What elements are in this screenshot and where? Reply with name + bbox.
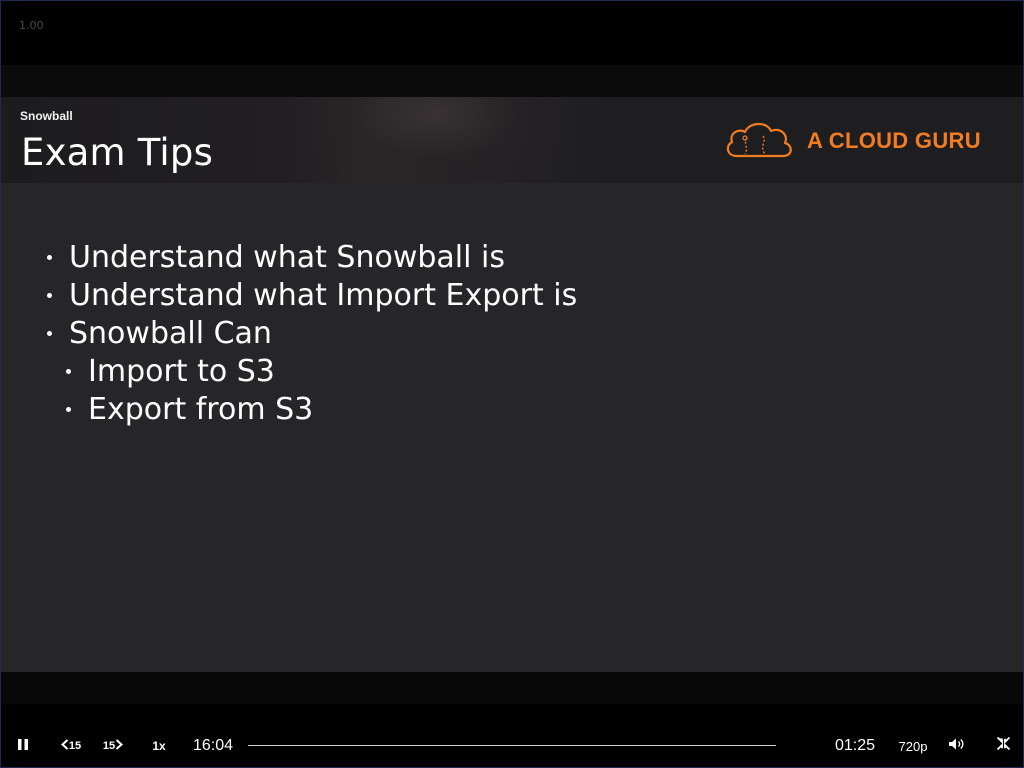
presenter-image <box>301 97 571 183</box>
bullet-text: Snowball Can <box>69 316 272 351</box>
skip-forward-button[interactable]: 15 <box>95 724 131 767</box>
pause-icon <box>18 737 28 755</box>
skip-back-button[interactable]: 15 <box>53 724 89 767</box>
bullet-text: Understand what Import Export is <box>69 278 578 313</box>
sub-bullet-item: Import to S3 <box>66 354 275 389</box>
bullet-dot-icon <box>47 255 52 260</box>
bullet-dot-icon <box>66 407 71 412</box>
volume-button[interactable] <box>945 724 969 767</box>
skip-back-label: 15 <box>68 740 82 752</box>
chevron-left-icon <box>60 739 69 753</box>
video-player: 1.00 Snowball Exam Tips A CLOUD GURU Und… <box>0 0 1024 768</box>
slide-title: Exam Tips <box>21 131 214 174</box>
bullet-dot-icon <box>47 293 52 298</box>
sub-bullet-item: Export from S3 <box>66 392 313 427</box>
progress-bar[interactable] <box>248 745 776 746</box>
bullet-item: Understand what Snowball is <box>47 240 505 275</box>
letterbox-bottom <box>1 672 1023 704</box>
quality-button[interactable]: 720p <box>895 724 931 767</box>
letterbox-top <box>1 65 1023 97</box>
bullet-item: Snowball Can <box>47 316 272 351</box>
volume-icon <box>949 737 965 755</box>
bullet-text: Import to S3 <box>88 354 275 389</box>
brand-logo: A CLOUD GURU <box>723 119 981 163</box>
brand-name: A CLOUD GURU <box>807 128 981 153</box>
bullet-dot-icon <box>47 331 52 336</box>
time-elapsed: 16:04 <box>193 737 234 754</box>
bullet-item: Understand what Import Export is <box>47 278 577 313</box>
skip-forward-label: 15 <box>102 740 116 752</box>
control-bar: 15 15 1x 16:04 01:25 720p <box>1 724 1023 767</box>
video-viewport[interactable]: Snowball Exam Tips A CLOUD GURU Understa… <box>1 65 1023 704</box>
bullet-dot-icon <box>66 369 71 374</box>
bullet-text: Export from S3 <box>88 392 314 427</box>
play-pause-button[interactable] <box>9 724 37 767</box>
slide-header: Snowball Exam Tips A CLOUD GURU <box>1 97 1023 183</box>
exit-fullscreen-button[interactable] <box>991 724 1015 767</box>
bullet-text: Understand what Snowball is <box>69 240 505 275</box>
playback-rate-readout: 1.00 <box>19 19 44 32</box>
chevron-right-icon <box>115 739 124 753</box>
playback-speed-button[interactable]: 1x <box>145 724 173 767</box>
exit-fullscreen-icon <box>996 736 1010 755</box>
cloud-logo-icon <box>723 118 797 165</box>
section-label: Snowball <box>20 109 73 123</box>
time-remaining: 01:25 <box>835 737 876 754</box>
